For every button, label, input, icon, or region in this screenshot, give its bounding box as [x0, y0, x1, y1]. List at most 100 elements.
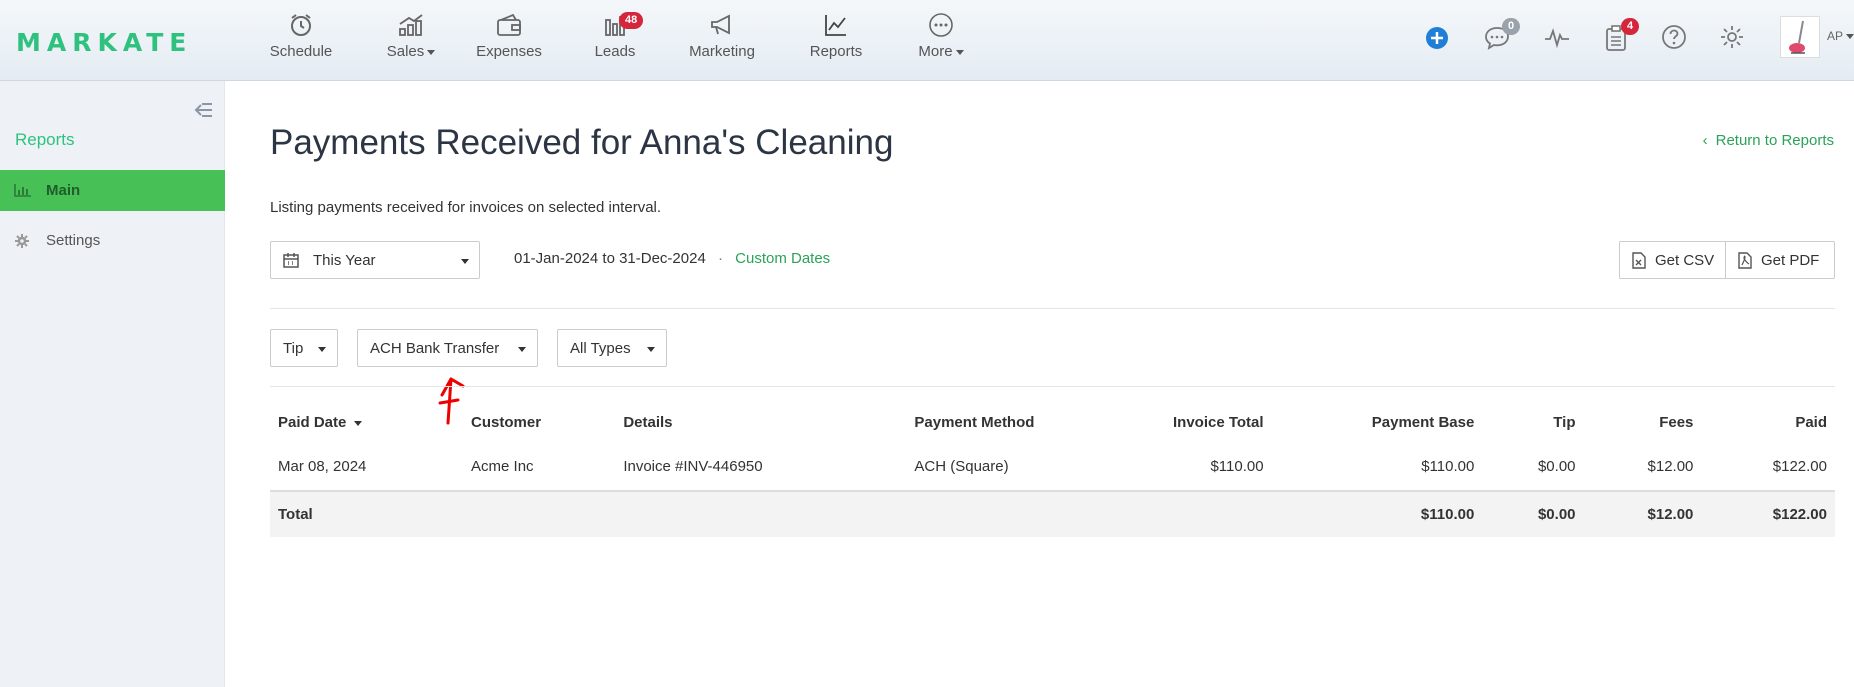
- messages-count-badge: 0: [1502, 18, 1521, 35]
- gear-icon: [1721, 26, 1743, 48]
- get-csv-label: Get CSV: [1655, 252, 1715, 269]
- cell-paid: $122.00: [1701, 443, 1835, 492]
- nav-schedule[interactable]: Schedule: [268, 12, 334, 72]
- get-pdf-button[interactable]: Get PDF: [1725, 241, 1835, 279]
- nav-label: Sales: [386, 43, 425, 60]
- user-initials: AP: [1827, 29, 1844, 43]
- column-header-tip: Tip: [1553, 414, 1576, 431]
- column-header-paid-date[interactable]: Paid Date: [270, 402, 463, 443]
- payment-method-filter-value: ACH Bank Transfer: [370, 340, 500, 357]
- get-csv-button[interactable]: Get CSV: [1619, 241, 1726, 279]
- nav-leads[interactable]: Leads 48: [593, 12, 644, 72]
- cell-tip: $0.00: [1482, 443, 1584, 492]
- total-paid: $122.00: [1701, 491, 1835, 537]
- chevron-left-icon: ‹: [1702, 132, 1708, 149]
- date-range: 01-Jan-2024 to 31-Dec-2024 · Custom Date…: [514, 250, 830, 267]
- column-header-invoice-total: Invoice Total: [1172, 414, 1264, 431]
- chevron-down-icon: [647, 347, 655, 352]
- chart-coins-icon: [399, 14, 423, 36]
- user-avatar[interactable]: [1780, 16, 1820, 58]
- column-header-paid: Paid: [1795, 414, 1827, 431]
- table-row[interactable]: Mar 08, 2024 Acme Inc Invoice #INV-44695…: [270, 443, 1835, 492]
- empty-cell: [1101, 491, 1272, 537]
- payments-table: Paid Date Customer Details Payment Metho…: [270, 402, 1835, 537]
- period-select[interactable]: This Year: [270, 241, 480, 279]
- cleaning-logo-icon: [1789, 20, 1805, 54]
- nav-marketing[interactable]: Marketing: [688, 12, 756, 72]
- divider: [270, 308, 1835, 309]
- sort-desc-icon: [353, 420, 362, 426]
- sidebar-item-label: Main: [46, 182, 81, 199]
- custom-dates-link[interactable]: Custom Dates: [735, 250, 830, 267]
- nav-expenses[interactable]: Expenses: [476, 12, 542, 72]
- settings-button[interactable]: [1719, 24, 1745, 55]
- total-tip: $0.00: [1482, 491, 1584, 537]
- markate-logo[interactable]: MARKATE: [16, 28, 192, 57]
- return-to-reports-link[interactable]: ‹ Return to Reports: [1703, 132, 1834, 149]
- payment-method-filter-select[interactable]: ACH Bank Transfer: [357, 329, 538, 367]
- nav-sales[interactable]: Sales: [384, 12, 438, 72]
- type-filter-select[interactable]: All Types: [557, 329, 667, 367]
- period-select-value: This Year: [313, 252, 376, 269]
- cell-customer: Acme Inc: [463, 443, 616, 492]
- main-content: Payments Received for Anna's Cleaning ‹ R…: [225, 81, 1854, 687]
- chevron-down-icon: [955, 49, 964, 55]
- tasks-count-badge: 4: [1621, 18, 1640, 35]
- add-new-button[interactable]: [1425, 26, 1449, 55]
- chevron-down-icon: [461, 259, 469, 264]
- column-header-payment-base: Payment Base: [1371, 414, 1475, 431]
- file-excel-icon: [1632, 252, 1646, 273]
- calendar-icon: [283, 252, 299, 272]
- nav-label: More: [918, 43, 953, 60]
- sidebar-item-main[interactable]: Main: [0, 170, 225, 211]
- plus-circle-icon: [1426, 27, 1448, 49]
- empty-cell: [906, 491, 1102, 537]
- date-range-text: 01-Jan-2024 to 31-Dec-2024: [514, 250, 706, 267]
- separator: ·: [717, 250, 723, 267]
- help-circle-icon: [1662, 25, 1686, 49]
- nav-label: Reports: [809, 43, 863, 60]
- cell-payment-method: ACH (Square): [906, 443, 1102, 492]
- wallet-icon: [497, 13, 521, 36]
- chevron-down-icon: [427, 49, 436, 55]
- nav-label: Leads: [594, 43, 636, 60]
- nav-label: Expenses: [476, 43, 542, 60]
- page-subtitle: Listing payments received for invoices o…: [270, 199, 662, 216]
- leads-count-badge: 48: [619, 12, 644, 29]
- column-label: Paid Date: [278, 414, 347, 431]
- help-button[interactable]: [1661, 24, 1687, 55]
- gear-icon: [14, 233, 30, 253]
- tasks-button[interactable]: 4: [1603, 18, 1640, 57]
- type-filter-value: All Types: [570, 340, 631, 357]
- page-title: Payments Received for Anna's Cleaning: [270, 123, 894, 162]
- total-fees: $12.00: [1583, 491, 1702, 537]
- file-pdf-icon: [1738, 252, 1752, 273]
- empty-cell: [463, 491, 616, 537]
- ellipsis-icon: [929, 13, 953, 37]
- cell-fees: $12.00: [1583, 443, 1702, 492]
- table-total-row: Total $110.00 $0.00 $12.00 $122.00: [270, 491, 1835, 537]
- sidebar-title: Reports: [15, 130, 75, 149]
- sidebar-item-settings[interactable]: Settings: [0, 220, 225, 261]
- line-chart-icon: [825, 15, 846, 36]
- nav-more[interactable]: More: [915, 12, 967, 72]
- collapse-sidebar-button[interactable]: [193, 101, 215, 124]
- nav-reports[interactable]: Reports: [809, 12, 863, 72]
- get-pdf-label: Get PDF: [1761, 252, 1820, 269]
- nav-label: Marketing: [689, 43, 755, 60]
- tip-filter-value: Tip: [283, 340, 304, 357]
- alarm-clock-icon: [291, 14, 311, 36]
- empty-cell: [615, 491, 907, 537]
- chevron-down-icon: [1846, 34, 1854, 40]
- chevron-down-icon: [518, 347, 526, 352]
- top-navbar: MARKATE Schedule Sales Expenses Leads 48…: [0, 0, 1854, 81]
- tip-filter-select[interactable]: Tip: [270, 329, 338, 367]
- cell-invoice-total: $110.00: [1101, 443, 1272, 492]
- pulse-icon: [1545, 28, 1569, 49]
- activity-button[interactable]: [1543, 24, 1571, 57]
- user-menu[interactable]: AP: [1827, 29, 1854, 43]
- divider: [270, 386, 1835, 387]
- column-header-customer: Customer: [471, 414, 542, 431]
- bar-chart-icon: [14, 183, 32, 201]
- messages-button[interactable]: 0: [1483, 18, 1521, 57]
